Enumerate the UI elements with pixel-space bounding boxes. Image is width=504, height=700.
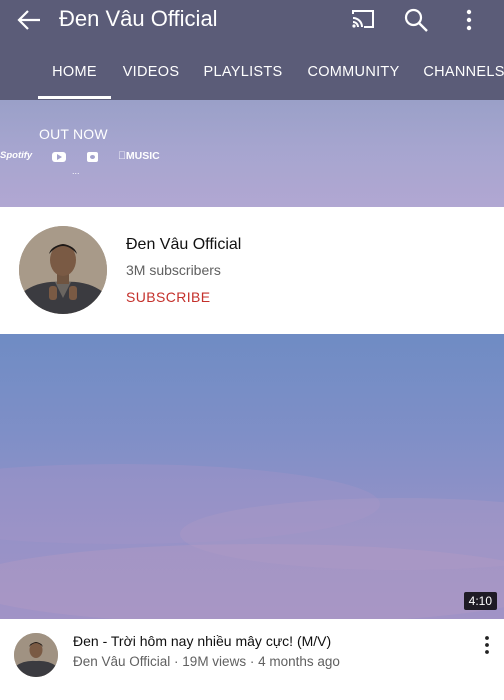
spotify-logo: Spotify bbox=[0, 150, 33, 161]
back-arrow-icon[interactable] bbox=[16, 8, 42, 32]
title-bar: Đen Vâu Official bbox=[0, 0, 504, 40]
app-header: Đen Vâu Official HOME VIDEOS PLAYLISTS C… bbox=[0, 0, 504, 100]
video-channel-avatar[interactable] bbox=[14, 633, 58, 677]
subscribe-button[interactable]: SUBSCRIBE bbox=[126, 289, 211, 305]
video-title[interactable]: Đen - Trời hôm nay nhiều mây cực! (M/V) bbox=[73, 633, 331, 649]
channel-avatar[interactable] bbox=[19, 226, 107, 314]
search-icon[interactable] bbox=[403, 7, 429, 33]
banner-platforms: Spotify MUSIC bbox=[0, 150, 200, 166]
channel-banner: OUT NOW Spotify MUSIC ... bbox=[0, 100, 504, 207]
channel-info: Đen Vâu Official 3M subscribers SUBSCRIB… bbox=[0, 207, 504, 334]
more-vertical-icon[interactable] bbox=[460, 7, 478, 33]
subscriber-count: 3M subscribers bbox=[126, 262, 221, 278]
tidal-icon bbox=[87, 152, 98, 162]
channel-title: Đen Vâu Official bbox=[59, 6, 218, 31]
tab-playlists[interactable]: PLAYLISTS bbox=[191, 52, 295, 96]
channel-tabs: HOME VIDEOS PLAYLISTS COMMUNITY CHANNELS bbox=[0, 52, 504, 100]
more-vertical-icon[interactable] bbox=[481, 634, 493, 656]
cast-icon[interactable] bbox=[350, 8, 376, 30]
tab-home[interactable]: HOME bbox=[38, 52, 111, 99]
video-meta: Đen Vâu Official · 19M views · 4 months … bbox=[73, 654, 340, 669]
video-list-item: Đen - Trời hôm nay nhiều mây cực! (M/V) … bbox=[0, 619, 504, 700]
youtube-icon bbox=[52, 152, 66, 162]
video-thumbnail[interactable]: 4:10 bbox=[0, 334, 504, 619]
apple-music-label: MUSIC bbox=[118, 150, 160, 162]
video-duration: 4:10 bbox=[463, 592, 497, 610]
thumbnail-sky bbox=[0, 464, 504, 619]
banner-dots: ... bbox=[72, 166, 80, 176]
tab-community[interactable]: COMMUNITY bbox=[295, 52, 412, 96]
channel-name: Đen Vâu Official bbox=[126, 236, 242, 253]
tab-videos[interactable]: VIDEOS bbox=[111, 52, 191, 96]
tab-channels[interactable]: CHANNELS bbox=[412, 52, 504, 96]
apple-music-logo: MUSIC bbox=[118, 150, 160, 162]
banner-headline: OUT NOW bbox=[39, 126, 108, 142]
